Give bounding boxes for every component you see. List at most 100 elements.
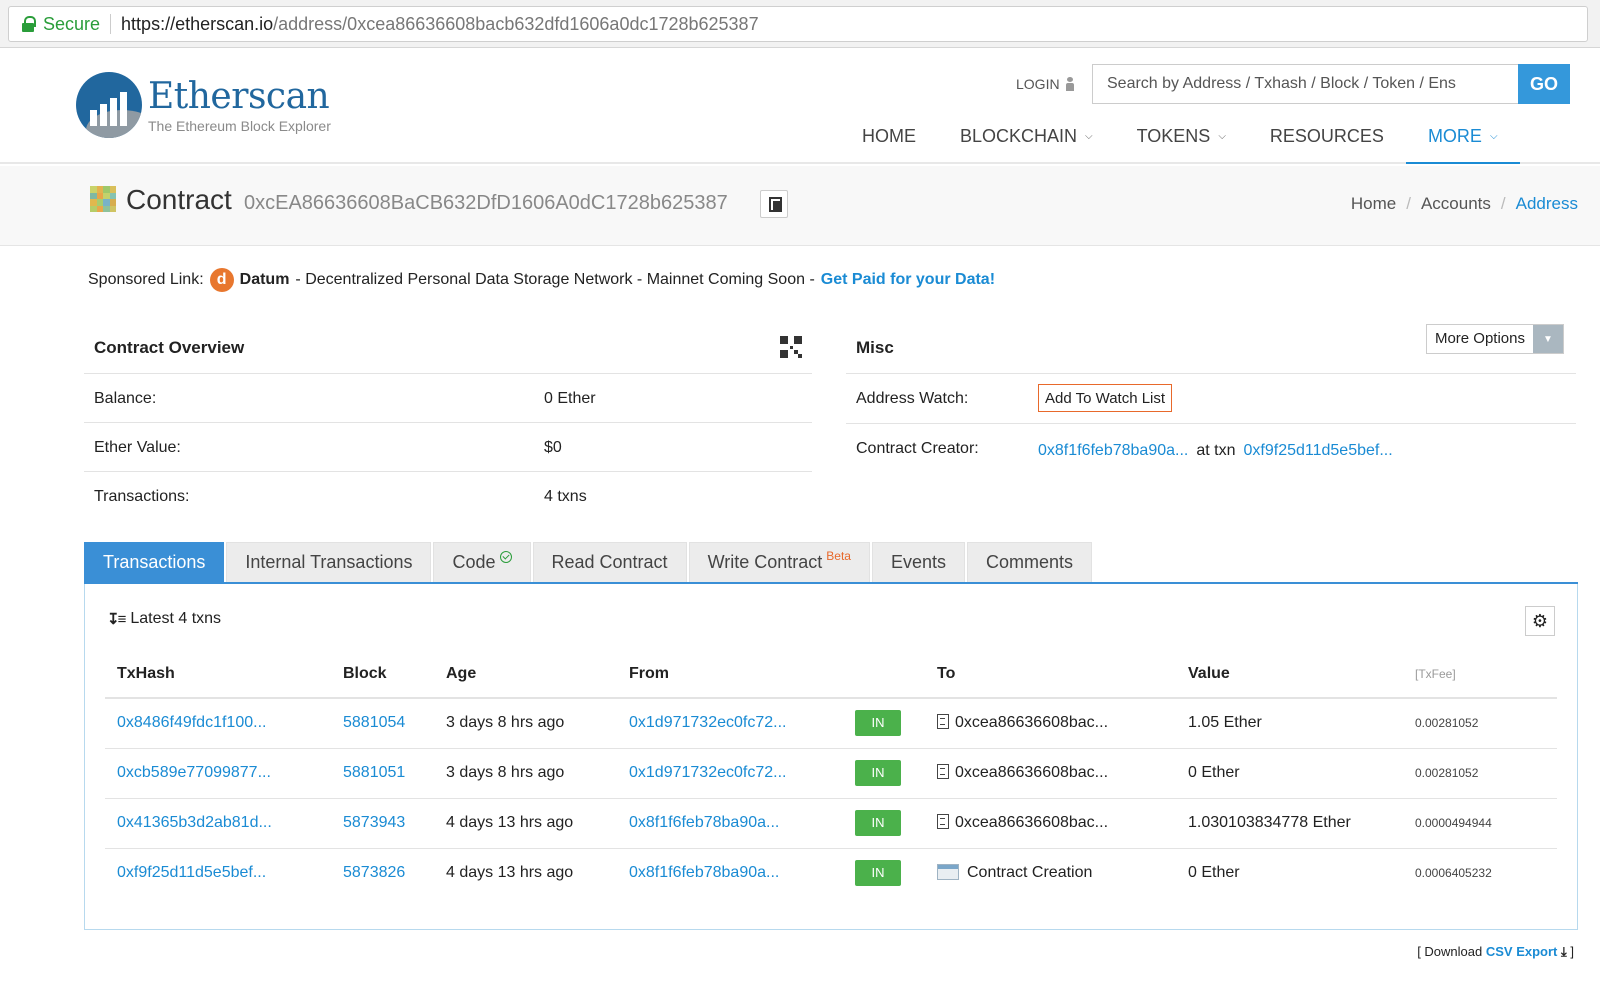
- etherscan-logo[interactable]: Etherscan The Ethereum Block Explorer: [76, 70, 376, 150]
- tab-events-label: Events: [890, 552, 946, 572]
- value-cell: 0 Ether: [1188, 764, 1240, 781]
- tab-code-label: Code: [452, 552, 496, 572]
- from-address-link[interactable]: 0x8f1f6feb78ba90a...: [629, 864, 779, 881]
- csv-export: [ Download CSV Export ⤓ ]: [1417, 944, 1574, 960]
- block-link[interactable]: 5881051: [343, 764, 405, 781]
- to-address: Contract Creation: [967, 864, 1093, 882]
- nav-blockchain[interactable]: BLOCKCHAIN ⌵: [938, 118, 1115, 164]
- contract-file-icon: [937, 814, 949, 829]
- block-link[interactable]: 5881054: [343, 714, 405, 731]
- url-path: /address/0xcea86636608bacb632dfd1606a0dc…: [273, 13, 759, 34]
- chevron-down-icon: ⌵: [1489, 131, 1498, 142]
- tab-transactions-label: Transactions: [103, 552, 206, 572]
- main-nav: HOME BLOCKCHAIN ⌵ TOKENS ⌵ RESOURCES MORE ⌵: [840, 118, 1520, 164]
- txhash-link[interactable]: 0xf9f25d11d5e5bef...: [117, 864, 266, 881]
- breadcrumb-address[interactable]: Address: [1516, 194, 1578, 214]
- block-link[interactable]: 5873826: [343, 864, 405, 881]
- col-to: To: [925, 650, 1176, 699]
- txhash-link[interactable]: 0xcb589e77099877...: [117, 764, 271, 781]
- block-link[interactable]: 5873943: [343, 814, 405, 831]
- sponsor-brand: Datum: [239, 271, 290, 288]
- address-watch-label: Address Watch:: [856, 390, 969, 407]
- logo-subtitle: The Ethereum Block Explorer: [148, 118, 331, 134]
- nav-tokens[interactable]: TOKENS ⌵: [1115, 118, 1248, 164]
- page-title-bar: Contract 0xcEA86636608BaCB632DfD1606A0dC…: [0, 166, 1600, 246]
- address-identicon: [90, 186, 116, 212]
- breadcrumb-accounts[interactable]: Accounts: [1421, 194, 1491, 214]
- direction-badge: IN: [855, 860, 901, 887]
- from-address-link[interactable]: 0x1d971732ec0fc72...: [629, 764, 786, 781]
- copy-address-button[interactable]: [760, 190, 788, 218]
- txfee-cell: 0.0000494944: [1415, 816, 1492, 830]
- direction-badge: IN: [855, 810, 901, 836]
- table-header-row: TxHash Block Age From To Value [TxFee]: [105, 650, 1557, 699]
- csv-prefix: [ Download: [1417, 944, 1483, 959]
- qr-code-icon[interactable]: [780, 336, 802, 358]
- download-icon: ⤓: [1561, 944, 1567, 959]
- search-go-button[interactable]: GO: [1518, 64, 1570, 104]
- nav-resources[interactable]: RESOURCES: [1248, 118, 1406, 164]
- nav-home[interactable]: HOME: [840, 118, 938, 164]
- tab-comments-label: Comments: [985, 552, 1074, 572]
- login-link[interactable]: LOGIN: [1016, 76, 1074, 92]
- breadcrumb-home[interactable]: Home: [1351, 194, 1396, 214]
- csv-export-link[interactable]: CSV Export: [1486, 944, 1558, 959]
- col-direction: [843, 650, 925, 699]
- contract-creator-value: 0x8f1f6feb78ba90a... at txn 0xf9f25d11d5…: [1038, 442, 1393, 460]
- chevron-down-icon: ▼: [1533, 325, 1563, 353]
- tab-transactions[interactable]: Transactions: [84, 542, 225, 582]
- transactions-panel: ↧≡ Latest 4 txns ⚙ TxHash Block Age From…: [84, 584, 1578, 930]
- value-cell: 0 Ether: [1188, 864, 1240, 882]
- more-options-dropdown[interactable]: More Options ▼: [1425, 324, 1564, 354]
- tab-write-contract[interactable]: Write Contract Beta: [688, 542, 870, 582]
- breadcrumb-separator: /: [1500, 194, 1506, 213]
- sort-icon: ↧≡: [107, 611, 126, 628]
- table-row: 0xcb589e77099877... 5881051 3 days 8 hrs…: [105, 748, 1557, 799]
- misc-row-creator: Contract Creator: 0x8f1f6feb78ba90a... a…: [846, 424, 1576, 473]
- sponsored-prefix: Sponsored Link:: [88, 271, 204, 288]
- to-address: 0xcea86636608bac...: [955, 764, 1109, 781]
- url-field[interactable]: Secure https://etherscan.io/address/0xce…: [8, 6, 1588, 42]
- value-cell: 1.05 Ether: [1188, 714, 1262, 732]
- chevron-down-icon: ⌵: [1085, 131, 1093, 142]
- url-host: https://etherscan.io: [121, 13, 274, 34]
- nav-more[interactable]: MORE ⌵: [1405, 118, 1520, 164]
- sponsor-cta-link[interactable]: Get Paid for your Data!: [821, 271, 995, 289]
- misc-row-watch: Address Watch: Add To Watch List: [846, 374, 1576, 424]
- nav-resources-label: RESOURCES: [1269, 126, 1384, 146]
- gear-icon[interactable]: ⚙: [1525, 606, 1555, 636]
- txhash-link[interactable]: 0x41365b3d2ab81d...: [117, 814, 272, 831]
- at-txn-label: at txn: [1196, 442, 1236, 459]
- to-address: 0xcea86636608bac...: [955, 814, 1109, 831]
- from-address-link[interactable]: 0x1d971732ec0fc72...: [629, 714, 786, 731]
- tab-read-contract[interactable]: Read Contract: [532, 542, 687, 582]
- txhash-link[interactable]: 0x8486f49fdc1f100...: [117, 714, 266, 731]
- search-input[interactable]: [1092, 64, 1518, 104]
- creator-address-link[interactable]: 0x8f1f6feb78ba90a...: [1038, 442, 1188, 460]
- tab-events[interactable]: Events: [871, 542, 965, 582]
- contract-file-icon: [937, 764, 949, 779]
- transactions-label: Transactions:: [94, 488, 190, 505]
- csv-suffix: ]: [1570, 944, 1574, 959]
- age-cell: 4 days 13 hrs ago: [446, 814, 574, 831]
- tab-internal-transactions[interactable]: Internal Transactions: [226, 542, 432, 582]
- site-header: Etherscan The Ethereum Block Explorer LO…: [0, 48, 1600, 164]
- sponsored-link: Sponsored Link: d Datum - Decentralized …: [88, 268, 995, 292]
- age-cell: 3 days 8 hrs ago: [446, 714, 565, 732]
- transactions-summary: ↧≡ Latest 4 txns: [107, 610, 221, 628]
- creator-txn-link[interactable]: 0xf9f25d11d5e5bef...: [1244, 442, 1393, 460]
- contract-address: 0xcEA86636608BaCB632DfD1606A0dC1728b6253…: [244, 192, 728, 214]
- to-address: 0xcea86636608bac...: [955, 714, 1109, 732]
- tab-comments[interactable]: Comments: [966, 542, 1093, 582]
- from-address-link[interactable]: 0x8f1f6feb78ba90a...: [629, 814, 779, 831]
- nav-blockchain-label: BLOCKCHAIN: [960, 126, 1078, 146]
- more-options-label: More Options: [1434, 330, 1525, 347]
- table-row: 0x8486f49fdc1f100... 5881054 3 days 8 hr…: [105, 698, 1557, 749]
- secure-label: Secure: [43, 13, 101, 34]
- contract-overview-title: Contract Overview: [94, 338, 245, 357]
- address-tabs: Transactions Internal Transactions Code …: [84, 542, 1578, 584]
- breadcrumb-separator: /: [1406, 194, 1411, 213]
- tab-code[interactable]: Code: [433, 542, 531, 582]
- col-block: Block: [331, 650, 434, 699]
- add-to-watch-list-button[interactable]: Add To Watch List: [1038, 384, 1173, 412]
